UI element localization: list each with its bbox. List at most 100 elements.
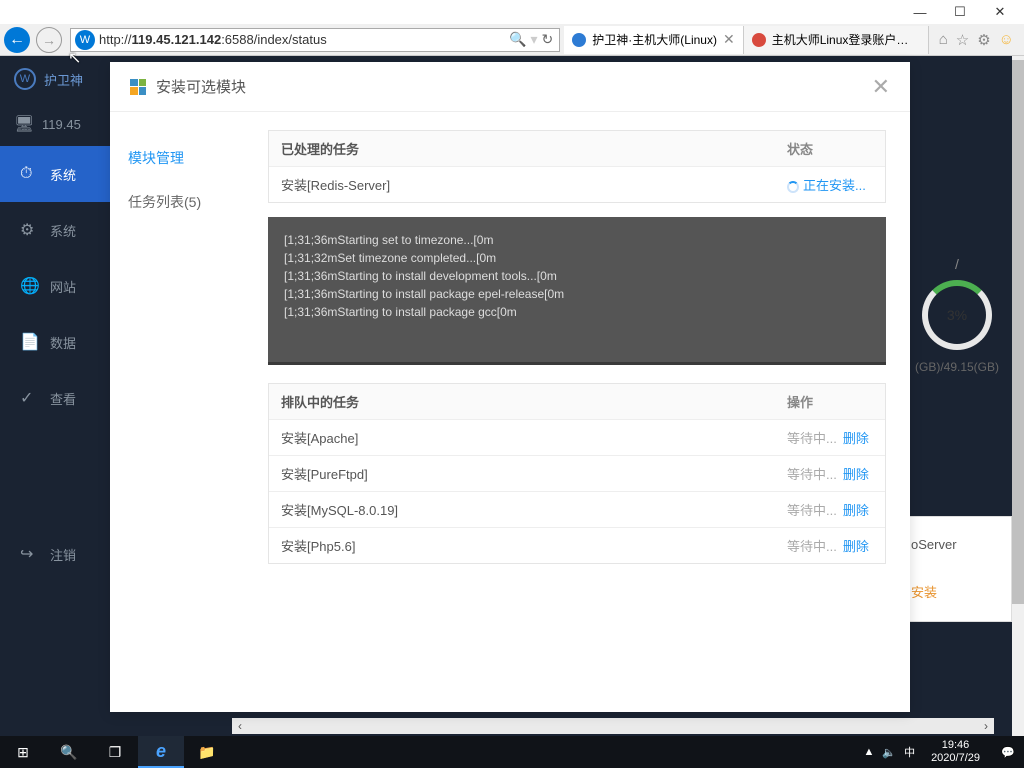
site-favicon-icon: W [75,30,95,50]
taskbar-explorer-icon[interactable]: 📁 [184,736,230,768]
task-name: 安装[Php5.6] [269,528,775,563]
server-card: oServer 安装 [902,516,1012,622]
log-line: [1;31;36mStarting to install package epe… [284,285,870,303]
install-link[interactable]: 安装 [911,582,1003,601]
tab-1[interactable]: 护卫神·主机大师(Linux) ✕ [564,26,743,54]
usage-percent: 3% [947,307,967,323]
window-titlebar: — ☐ ✕ [0,0,1024,24]
tray-volume-icon[interactable]: 🔈 [882,746,896,759]
queued-tasks-table: 排队中的任务 操作 安装[Apache] 等待中...删除 安装[PureFtp… [268,383,886,564]
log-line: [1;31;36mStarting set to timezone...[0m [284,231,870,249]
tab-strip: 护卫神·主机大师(Linux) ✕ 主机大师Linux登录账户密码... [564,25,928,55]
status-waiting: 等待中... [787,539,837,554]
horizontal-scrollbar[interactable]: ‹› [232,718,994,734]
gauge-icon: ⏱ [20,165,38,183]
start-button[interactable]: ⊞ [0,736,46,768]
globe-icon: 🌐 [20,276,38,296]
task-name: 安装[Redis-Server] [269,167,775,202]
taskbar-ie-icon[interactable]: e [138,736,184,768]
window-maximize[interactable]: ☐ [940,1,980,23]
tray-ime-icon[interactable]: 中 [904,744,915,760]
modal-title: 安装可选模块 [156,76,872,97]
search-icon[interactable]: 🔍 [509,31,526,48]
tab-label: 主机大师Linux登录账户密码... [772,31,920,48]
status-waiting: 等待中... [787,467,837,482]
tools-icon[interactable]: ⚙ [977,31,990,49]
task-name: 安装[PureFtpd] [269,456,775,491]
install-log-terminal: [1;31;36mStarting set to timezone...[0m … [268,217,886,365]
table-row: 安装[PureFtpd] 等待中... 删除 [269,456,885,492]
disk-usage-widget: / 3% (GB)/49.15(GB) [902,256,1012,374]
col-task: 排队中的任务 [269,384,775,419]
sidebar-item-system[interactable]: ⏱系统 [0,146,110,202]
modal-tab-modules[interactable]: 模块管理 [110,136,268,180]
sidebar-item-settings[interactable]: ⚙系统 [0,202,110,258]
task-name: 安装[Apache] [269,420,775,455]
tab-favicon-icon [572,33,586,47]
taskbar-clock[interactable]: 19:46 2020/7/29 [923,739,988,765]
sidebar-item-data[interactable]: 📄数据 [0,314,110,370]
table-row: 安装[MySQL-8.0.19] 等待中...删除 [269,492,885,528]
log-line: [1;31;32mSet timezone completed...[0m [284,249,870,267]
spinner-icon [787,181,799,193]
toolbar-icons: ⌂ ☆ ⚙ ☺ [929,31,1024,49]
sidebar-item-logout[interactable]: ↪注销 [0,526,110,582]
vertical-scrollbar[interactable] [1012,56,1024,736]
clipboard-icon: ✓ [20,388,38,408]
log-line: [1;31;36mStarting to install package gcc… [284,303,870,321]
task-view-icon[interactable]: ❐ [92,736,138,768]
clock-time: 19:46 [931,739,980,752]
disk-mount: / [902,256,1012,272]
status-waiting: 等待中... [787,431,837,446]
app-sidebar: W 护卫神 🖥 119.45 ⏱系统 ⚙系统 🌐网站 📄数据 ✓查看 ↪注销 [0,56,110,736]
document-icon: 📄 [20,332,38,352]
window-minimize[interactable]: — [900,1,940,23]
col-status: 状态 [775,131,885,166]
tab-2[interactable]: 主机大师Linux登录账户密码... [744,26,929,54]
install-modules-modal: 安装可选模块 ✕ 模块管理 任务列表(5) 已处理的任务 状态 安装[Redis… [110,62,910,712]
delete-button[interactable]: 删除 [843,431,869,446]
clock-date: 2020/7/29 [931,752,980,765]
scroll-right-icon[interactable]: › [978,719,994,733]
processed-tasks-table: 已处理的任务 状态 安装[Redis-Server] 正在安装... [268,130,886,203]
delete-button[interactable]: 删除 [843,467,869,482]
notification-icon[interactable]: 💬 [996,740,1020,764]
taskbar: ⊞ 🔍 ❐ e 📁 ▲ 🔈 中 19:46 2020/7/29 💬 [0,736,1024,768]
home-icon[interactable]: ⌂ [939,31,948,48]
delete-button[interactable]: 删除 [843,503,869,518]
brand-shield-icon: W [14,68,36,90]
tab-close-icon[interactable]: ✕ [723,31,735,48]
monitor-icon: 🖥 [14,114,32,134]
taskbar-search-icon[interactable]: 🔍 [46,736,92,768]
tab-favicon-icon [752,33,766,47]
logout-icon: ↪ [20,544,38,564]
modal-header: 安装可选模块 ✕ [110,62,910,112]
modal-tab-tasks[interactable]: 任务列表(5) [110,180,268,224]
sidebar-item-web[interactable]: 🌐网站 [0,258,110,314]
scroll-left-icon[interactable]: ‹ [232,719,248,733]
delete-button[interactable]: 删除 [843,539,869,554]
table-row: 安装[Redis-Server] 正在安装... [269,167,885,202]
app-brand: W 护卫神 [0,56,110,102]
favorites-icon[interactable]: ☆ [956,31,969,49]
window-close[interactable]: ✕ [980,1,1020,23]
modal-close-button[interactable]: ✕ [872,74,890,100]
table-row: 安装[Php5.6] 等待中... 删除 [269,528,885,563]
col-task: 已处理的任务 [269,131,775,166]
log-line: [1;31;36mStarting to install development… [284,267,870,285]
table-row: 安装[Apache] 等待中... 删除 [269,420,885,456]
sidebar-item-check[interactable]: ✓查看 [0,370,110,426]
url-text: http://119.45.121.142:6588/index/status [99,32,503,47]
system-tray: ▲ 🔈 中 19:46 2020/7/29 💬 [863,739,1024,765]
task-name: 安装[MySQL-8.0.19] [269,492,775,527]
refresh-icon[interactable]: ↻ [542,31,554,48]
modal-logo-icon [130,79,146,95]
browser-toolbar: ← → W http://119.45.121.142:6588/index/s… [0,24,1024,56]
nav-back-button[interactable]: ← [4,27,30,53]
address-bar[interactable]: W http://119.45.121.142:6588/index/statu… [70,28,560,52]
gear-icon: ⚙ [20,220,38,240]
smiley-icon[interactable]: ☺ [999,31,1014,48]
nav-forward-button[interactable]: → [36,27,62,53]
tray-up-icon[interactable]: ▲ [863,746,874,758]
modal-content: 已处理的任务 状态 安装[Redis-Server] 正在安装... [1;31… [268,112,910,712]
